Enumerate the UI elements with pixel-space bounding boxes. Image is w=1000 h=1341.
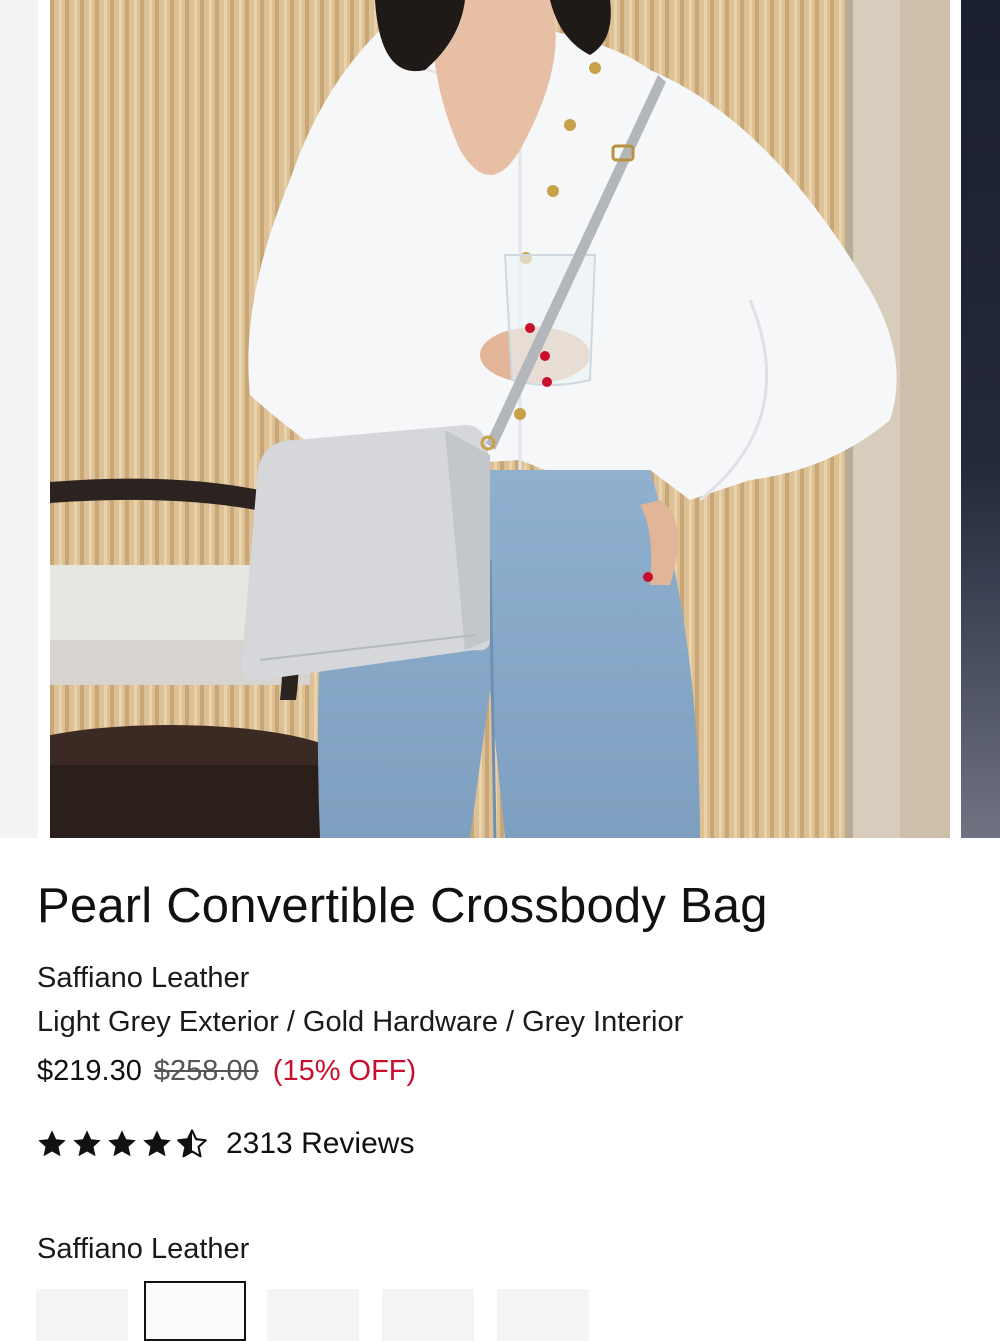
product-photo[interactable] bbox=[50, 0, 950, 838]
color-swatch[interactable] bbox=[36, 1289, 128, 1341]
price-row: $219.30 $258.00 (15% OFF) bbox=[37, 1055, 416, 1088]
star-icon bbox=[143, 1130, 171, 1157]
product-material: Saffiano Leather bbox=[37, 962, 250, 994]
previous-slide-peek[interactable] bbox=[0, 0, 38, 838]
next-slide-peek[interactable] bbox=[961, 0, 1000, 838]
product-variant: Light Grey Exterior / Gold Hardware / Gr… bbox=[37, 1006, 684, 1038]
rating-reviews-link[interactable]: 2313 Reviews bbox=[36, 1124, 414, 1164]
discount-label: (15% OFF) bbox=[272, 1055, 417, 1087]
material-option-label: Saffiano Leather bbox=[37, 1233, 250, 1265]
sale-price: $219.30 bbox=[37, 1055, 142, 1087]
original-price: $258.00 bbox=[153, 1055, 259, 1087]
color-swatch[interactable] bbox=[267, 1289, 359, 1341]
product-title: Pearl Convertible Crossbody Bag bbox=[37, 879, 768, 933]
color-swatch[interactable] bbox=[497, 1289, 589, 1341]
star-icon bbox=[73, 1130, 101, 1157]
star-rating bbox=[36, 1128, 208, 1160]
color-swatch-selected[interactable] bbox=[144, 1281, 246, 1341]
star-half-icon bbox=[177, 1129, 207, 1158]
product-photo-illustration bbox=[50, 0, 950, 838]
reviews-count[interactable]: 2313 Reviews bbox=[226, 1127, 414, 1161]
product-image-carousel[interactable] bbox=[0, 0, 1000, 838]
star-icon bbox=[38, 1130, 66, 1157]
color-swatch[interactable] bbox=[382, 1289, 474, 1341]
star-icon bbox=[108, 1130, 136, 1157]
